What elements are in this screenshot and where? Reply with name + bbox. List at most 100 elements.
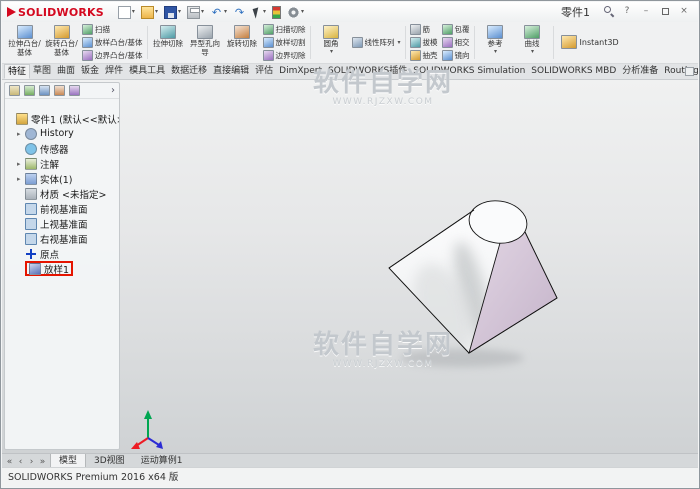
sensors-icon xyxy=(25,142,37,155)
minimize-button[interactable]: – xyxy=(639,5,653,19)
sweep-boss-button[interactable]: 扫描 xyxy=(81,24,144,36)
expand-arrow-icon[interactable]: ▸ xyxy=(17,130,25,138)
loft-solid[interactable] xyxy=(388,197,558,364)
tab-dimxpert[interactable]: DimXpert xyxy=(276,64,325,79)
displaymanager-tab-icon[interactable] xyxy=(69,85,80,96)
mirror-button[interactable]: 镜向 xyxy=(441,50,471,62)
extrude-cut-button[interactable]: 拉伸切除 xyxy=(151,23,186,62)
featuremanager-tab-icon[interactable] xyxy=(9,85,20,96)
tree-item-history[interactable]: ▸ History xyxy=(5,126,119,141)
caret-down-icon: ▾ xyxy=(397,38,401,46)
tab-solidworks-addins[interactable]: SOLIDWORKS插件 xyxy=(325,64,410,79)
tree-item-top-plane[interactable]: 上视基准面 xyxy=(5,216,119,231)
origin-icon xyxy=(25,247,37,260)
sweep-cut-label: 扫描切除 xyxy=(275,25,306,34)
loft-boss-button[interactable]: 放样凸台/基体 xyxy=(81,37,144,49)
wrap-button[interactable]: 包覆 xyxy=(441,24,471,36)
sweep-cut-button[interactable]: 扫描切除 xyxy=(262,24,307,36)
plane-icon xyxy=(25,202,37,215)
pin-ribbon-button[interactable] xyxy=(685,67,694,76)
caret-down-icon: ▾ xyxy=(177,8,181,15)
options-button[interactable]: ▾ xyxy=(285,4,306,21)
revolve-boss-label: 旋转凸台/基体 xyxy=(45,39,78,57)
draft-icon xyxy=(409,37,421,48)
propertymanager-tab-icon[interactable] xyxy=(24,85,35,96)
caret-down-icon: ▾ xyxy=(131,8,135,15)
quick-access-toolbar: ▾ ▾ ▾ ▾ ↶ ▾ ↷ ▾ ▾ xyxy=(116,4,306,21)
nav-first-icon[interactable]: « xyxy=(5,457,14,467)
boundary-cut-button[interactable]: 边界切除 xyxy=(262,50,307,62)
tab-analysis-preparation[interactable]: 分析准备 xyxy=(619,64,661,79)
tree-item-right-plane[interactable]: 右视基准面 xyxy=(5,231,119,246)
tree-item-origin[interactable]: 原点 xyxy=(5,246,119,261)
open-button[interactable]: ▾ xyxy=(139,4,160,21)
tree-item-sensors[interactable]: 传感器 xyxy=(5,141,119,156)
open-folder-icon xyxy=(140,5,154,19)
tab-data-migration[interactable]: 数据迁移 xyxy=(168,64,210,79)
search-button[interactable] xyxy=(601,5,615,19)
undo-button[interactable]: ↶ ▾ xyxy=(208,4,229,21)
boundary-boss-button[interactable]: 边界凸台/基体 xyxy=(81,50,144,62)
nav-last-icon[interactable]: » xyxy=(38,457,47,467)
tab-direct-editing[interactable]: 直接编辑 xyxy=(210,64,252,79)
expand-arrow-icon[interactable]: ▸ xyxy=(17,175,25,183)
configurationmanager-tab-icon[interactable] xyxy=(39,85,50,96)
tab-solidworks-simulation[interactable]: SOLIDWORKS Simulation xyxy=(410,64,528,79)
tab-weldments[interactable]: 焊件 xyxy=(102,64,126,79)
loft-cut-label: 放样切割 xyxy=(275,38,306,47)
save-button[interactable]: ▾ xyxy=(162,4,183,21)
extrude-cut-icon xyxy=(160,25,177,39)
revolve-cut-button[interactable]: 旋转切除 xyxy=(225,23,260,62)
rib-button[interactable]: 筋 xyxy=(409,24,439,36)
tab-sheet-metal[interactable]: 钣金 xyxy=(78,64,102,79)
orientation-triad xyxy=(131,410,163,449)
tree-item-front-plane[interactable]: 前视基准面 xyxy=(5,201,119,216)
tab-surfaces[interactable]: 曲面 xyxy=(54,64,78,79)
revolve-boss-button[interactable]: 旋转凸台/基体 xyxy=(44,23,79,62)
instant3d-button[interactable]: Instant3D xyxy=(557,23,623,62)
new-document-button[interactable]: ▾ xyxy=(116,4,137,21)
linear-pattern-button[interactable]: 线性阵列 ▾ xyxy=(351,37,402,49)
intersect-label: 相交 xyxy=(454,38,470,47)
close-button[interactable]: × xyxy=(677,5,691,19)
tab-mold-tools[interactable]: 模具工具 xyxy=(126,64,168,79)
boundary-cut-icon xyxy=(262,50,274,61)
tree-item-loft1[interactable]: 放样1 xyxy=(5,261,119,276)
reference-geometry-button[interactable]: 参考 ▾ xyxy=(478,23,513,62)
fillet-icon xyxy=(323,25,340,39)
tree-item-annotations[interactable]: ▸ 注解 xyxy=(5,156,119,171)
hole-wizard-button[interactable]: 异型孔向导 xyxy=(188,23,223,62)
ribbon-group-cut: 拉伸切除 异型孔向导 旋转切除 扫描切除 放样切割 边界切除 xyxy=(149,23,309,62)
curves-button[interactable]: 曲线 ▾ xyxy=(515,23,550,62)
intersect-button[interactable]: 相交 xyxy=(441,37,471,49)
sweep-cut-icon xyxy=(262,24,274,35)
select-button[interactable]: ▾ xyxy=(250,4,268,21)
print-button[interactable]: ▾ xyxy=(185,4,206,21)
help-button[interactable]: ? xyxy=(620,5,634,19)
expand-arrow-icon[interactable]: ▸ xyxy=(17,160,25,168)
nav-prev-icon[interactable]: ‹ xyxy=(16,457,25,467)
extrude-boss-button[interactable]: 拉伸凸台/基体 xyxy=(7,23,42,62)
tab-solidworks-mbd[interactable]: SOLIDWORKS MBD xyxy=(528,64,619,79)
search-icon xyxy=(603,5,614,16)
loft-cut-button[interactable]: 放样切割 xyxy=(262,37,307,49)
tree-root[interactable]: 零件1 (默认<<默认>_显示状态 xyxy=(5,111,119,126)
tree-item-material[interactable]: 材质 <未指定> xyxy=(5,186,119,201)
rebuild-button[interactable] xyxy=(270,4,283,21)
draft-button[interactable]: 拔模 xyxy=(409,37,439,49)
maximize-icon xyxy=(661,8,669,15)
panel-expand-icon[interactable]: › xyxy=(111,85,115,96)
shell-button[interactable]: 抽壳 xyxy=(409,50,439,62)
nav-next-icon[interactable]: › xyxy=(27,457,36,467)
loft1-highlight-box: 放样1 xyxy=(25,261,74,276)
ribbon-group-instant3d: Instant3D xyxy=(555,23,625,62)
tab-features[interactable]: 特征 xyxy=(4,64,31,79)
tree-item-solid-bodies[interactable]: ▸ 实体(1) xyxy=(5,171,119,186)
maximize-button[interactable] xyxy=(658,5,672,19)
tab-sketch[interactable]: 草图 xyxy=(30,64,54,79)
dimxpertmanager-tab-icon[interactable] xyxy=(54,85,65,96)
boundary-boss-icon xyxy=(82,50,93,61)
fillet-button[interactable]: 圆角 ▾ xyxy=(314,23,349,62)
redo-button[interactable]: ↷ xyxy=(231,4,248,21)
tab-evaluate[interactable]: 评估 xyxy=(252,64,276,79)
